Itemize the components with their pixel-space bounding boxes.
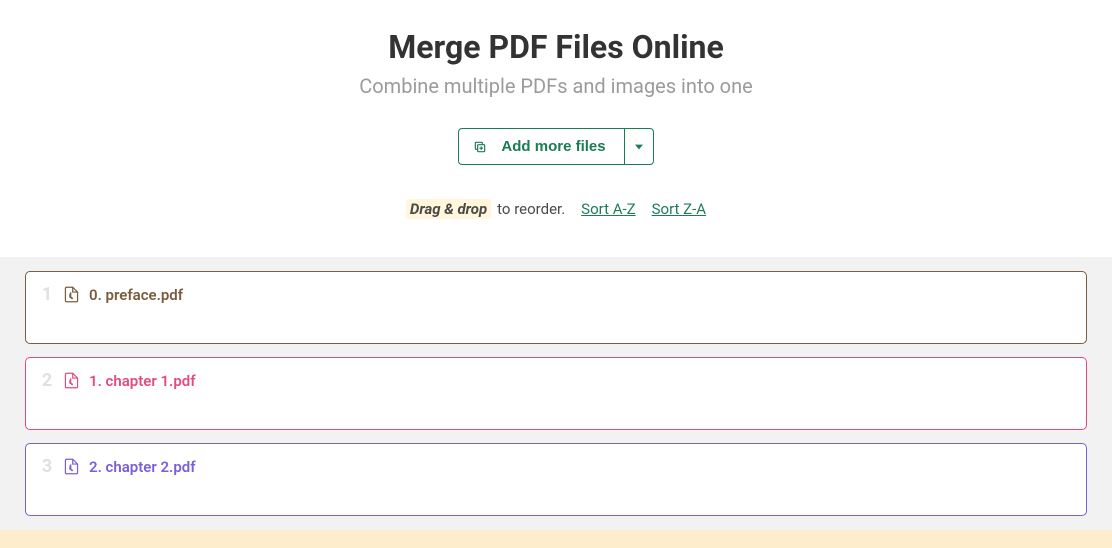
file-name: 0. preface.pdf bbox=[89, 286, 183, 304]
pdf-file-icon bbox=[64, 458, 79, 475]
add-more-files-dropdown[interactable] bbox=[624, 128, 654, 165]
add-more-files-label: Add more files bbox=[501, 138, 605, 155]
reorder-bar: Drag & drop to reorder. Sort A-Z Sort Z-… bbox=[0, 199, 1112, 219]
file-row[interactable]: 2 1. chapter 1.pdf bbox=[25, 357, 1087, 430]
file-index: 1 bbox=[40, 284, 54, 305]
file-index: 2 bbox=[40, 370, 54, 391]
file-row[interactable]: 3 2. chapter 2.pdf bbox=[25, 443, 1087, 516]
page-subtitle: Combine multiple PDFs and images into on… bbox=[0, 74, 1112, 98]
file-name: 2. chapter 2.pdf bbox=[89, 458, 196, 476]
files-list: 1 0. preface.pdf 2 1. chapter 1.pdf 3 2. chap… bbox=[0, 257, 1112, 530]
drag-drop-hint: Drag & drop bbox=[406, 199, 491, 219]
sort-za-link[interactable]: Sort Z-A bbox=[652, 200, 706, 218]
pdf-file-icon bbox=[64, 372, 79, 389]
pdf-file-icon bbox=[64, 286, 79, 303]
sort-az-link[interactable]: Sort A-Z bbox=[581, 200, 635, 218]
page-title: Merge PDF Files Online bbox=[0, 28, 1112, 66]
file-name: 1. chapter 1.pdf bbox=[89, 372, 196, 390]
copy-icon bbox=[473, 140, 487, 154]
add-more-files-button[interactable]: Add more files bbox=[458, 128, 623, 165]
file-row[interactable]: 1 0. preface.pdf bbox=[25, 271, 1087, 344]
to-reorder-text: to reorder. bbox=[497, 200, 565, 218]
file-index: 3 bbox=[40, 456, 54, 477]
footer-bar bbox=[0, 530, 1112, 548]
caret-down-icon bbox=[635, 143, 643, 151]
